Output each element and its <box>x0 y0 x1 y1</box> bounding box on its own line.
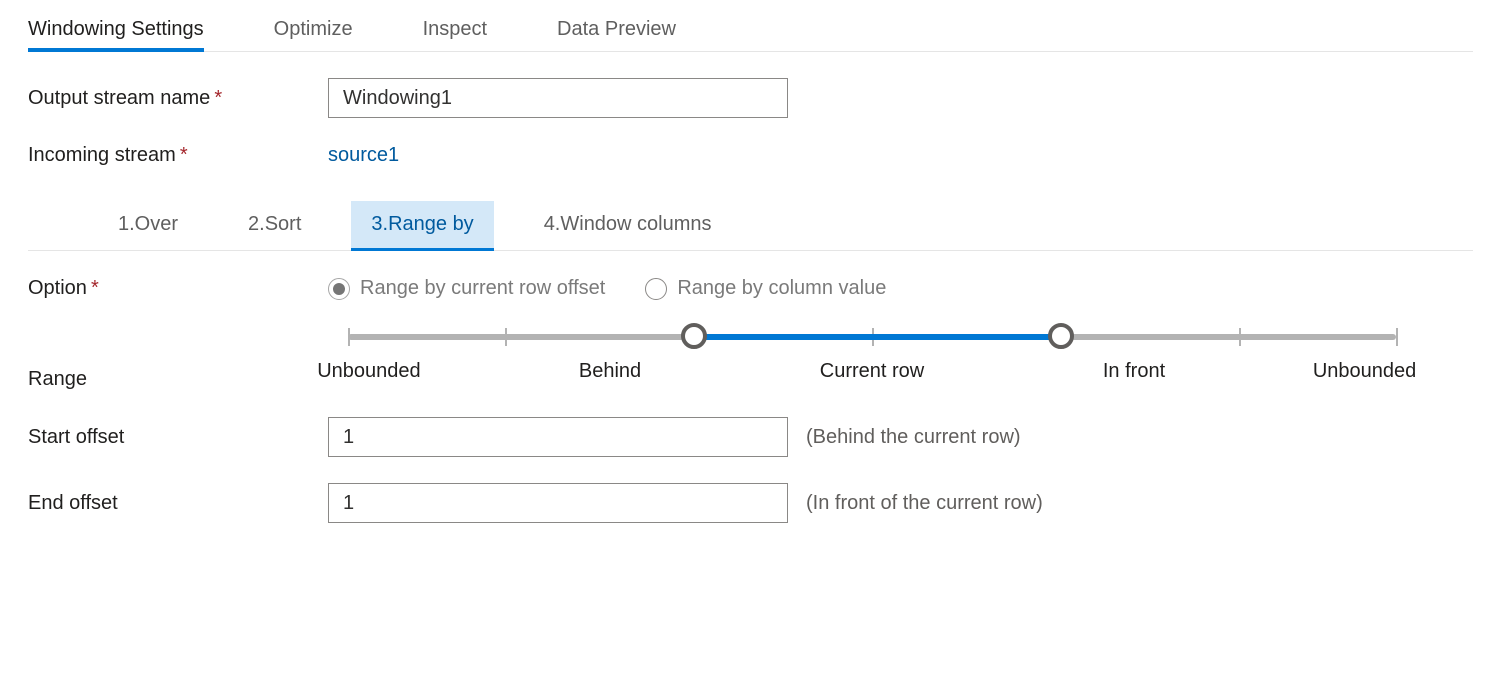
radio-label: Range by column value <box>677 277 886 300</box>
end-offset-label: End offset <box>28 492 328 515</box>
start-offset-input[interactable] <box>328 417 788 457</box>
step-tabs: 1.Over 2.Sort 3.Range by 4.Window column… <box>28 201 1473 251</box>
tab-data-preview[interactable]: Data Preview <box>557 12 676 51</box>
end-offset-hint: (In front of the current row) <box>806 492 1043 515</box>
step-tab-sort[interactable]: 2.Sort <box>228 201 321 250</box>
slider-label-behind: Behind <box>579 360 641 383</box>
radio-dot-icon <box>328 278 350 300</box>
output-stream-name-label: Output stream name* <box>28 87 328 110</box>
step-tab-window-columns[interactable]: 4.Window columns <box>524 201 732 250</box>
slider-tick <box>1396 328 1398 346</box>
range-label: Range <box>28 326 328 391</box>
output-stream-name-input[interactable] <box>328 78 788 118</box>
incoming-stream-link[interactable]: source1 <box>328 144 399 167</box>
option-label: Option* <box>28 277 328 300</box>
step-tab-over[interactable]: 1.Over <box>98 201 198 250</box>
slider-label-in-front: In front <box>1103 360 1165 383</box>
tab-windowing-settings[interactable]: Windowing Settings <box>28 12 204 51</box>
slider-tick <box>348 328 350 346</box>
slider-label-unbounded-right: Unbounded <box>1313 360 1416 383</box>
end-offset-input[interactable] <box>328 483 788 523</box>
range-slider[interactable]: Unbounded Behind Current row In front Un… <box>328 326 1416 390</box>
start-offset-hint: (Behind the current row) <box>806 426 1021 449</box>
tab-inspect[interactable]: Inspect <box>423 12 487 51</box>
tab-optimize[interactable]: Optimize <box>274 12 353 51</box>
radio-range-by-column-value[interactable]: Range by column value <box>645 277 886 300</box>
radio-dot-icon <box>645 278 667 300</box>
slider-thumb-start[interactable] <box>681 323 707 349</box>
slider-thumb-end[interactable] <box>1048 323 1074 349</box>
radio-range-by-offset[interactable]: Range by current row offset <box>328 277 605 300</box>
incoming-stream-label: Incoming stream* <box>28 144 328 167</box>
option-radio-group: Range by current row offset Range by col… <box>328 277 926 300</box>
start-offset-label: Start offset <box>28 426 328 449</box>
slider-label-unbounded-left: Unbounded <box>317 360 420 383</box>
main-tabs: Windowing Settings Optimize Inspect Data… <box>28 12 1473 52</box>
slider-label-current-row: Current row <box>820 360 924 383</box>
radio-label: Range by current row offset <box>360 277 605 300</box>
slider-tick <box>505 328 507 346</box>
slider-tick <box>1239 328 1241 346</box>
step-tab-range-by[interactable]: 3.Range by <box>351 201 493 250</box>
slider-fill <box>694 334 1061 340</box>
